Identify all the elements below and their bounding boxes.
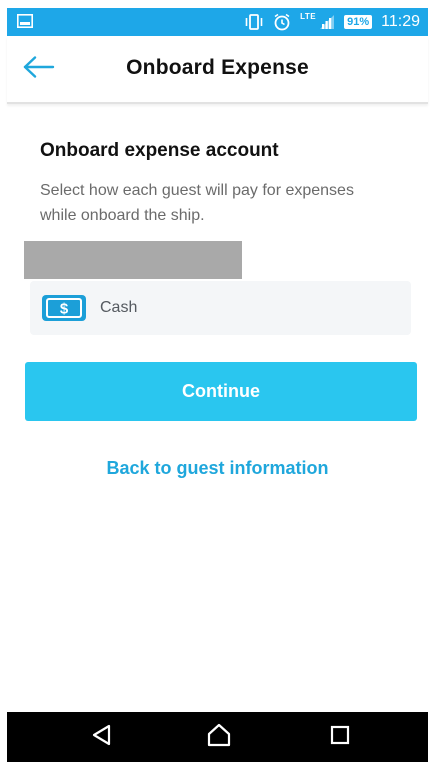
network-type: LTE [300,11,317,21]
alarm-icon [273,13,291,31]
status-icons: LTE 91% 11:29 [244,8,420,36]
image-icon [17,14,33,28]
status-bar: LTE 91% 11:29 [7,8,428,36]
nav-back-icon [91,724,113,751]
back-to-guest-information-link[interactable]: Back to guest information [0,458,435,479]
section-heading: Onboard expense account [40,140,279,161]
nav-home-icon [206,723,232,752]
nav-recents-icon [330,725,350,750]
svg-text:$: $ [60,301,69,318]
signal-icon [319,14,335,30]
payment-option-label: Cash [100,299,138,316]
screen: LTE 91% 11:29 Onboard Expense Onboard ex… [0,0,435,762]
vibrate-icon [244,14,264,30]
app-bar: Onboard Expense [7,36,428,104]
nav-recents-button[interactable] [325,722,355,752]
continue-button[interactable]: Continue [25,362,417,421]
battery-icon: 91% [344,15,373,29]
nav-back-button[interactable] [87,722,117,752]
payment-option-cash[interactable]: $ Cash [30,281,411,335]
clock: 11:29 [381,13,420,30]
section-description: Select how each guest will pay for expen… [40,182,354,224]
nav-home-button[interactable] [204,722,234,752]
cash-icon: $ [41,294,87,322]
page-title: Onboard Expense [126,56,309,79]
redacted-guest-name [24,241,242,279]
system-nav-bar [7,712,428,762]
